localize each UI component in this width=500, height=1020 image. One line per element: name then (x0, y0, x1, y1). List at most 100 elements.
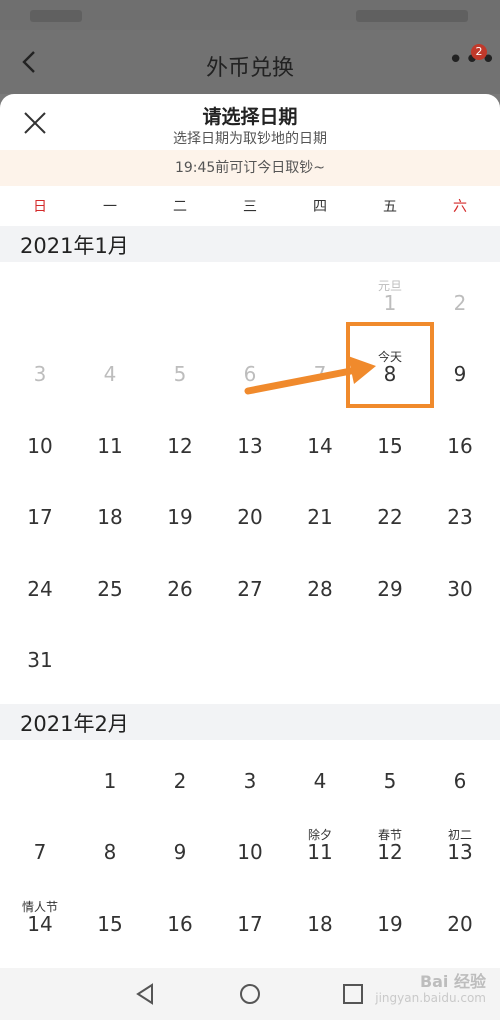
day-number: 16 (167, 912, 193, 936)
day-cell[interactable]: 30 (425, 558, 495, 618)
day-number: 7 (33, 840, 47, 864)
day-cell[interactable]: 9 (425, 343, 495, 403)
day-cell[interactable]: 19 (145, 486, 215, 546)
today-highlight-box (346, 322, 434, 408)
watermark-url: jingyan.baidu.com (375, 991, 486, 1005)
weekday-header: 日一二三四五六 (0, 190, 500, 222)
day-cell[interactable]: 春节 12 (355, 821, 425, 881)
day-number: 10 (237, 840, 263, 864)
day-number: 26 (167, 577, 193, 601)
day-number: 1 (383, 291, 397, 315)
day-cell[interactable]: 20 (425, 893, 495, 953)
weekday-label: 二 (173, 199, 187, 215)
day-number: 14 (27, 912, 53, 936)
day-number: 14 (307, 434, 333, 458)
day-number: 12 (377, 840, 403, 864)
day-number: 18 (97, 505, 123, 529)
day-cell[interactable]: 1 (75, 750, 145, 810)
day-number: 2 (173, 769, 187, 793)
day-cell[interactable]: 26 (145, 558, 215, 618)
day-cell[interactable]: 2 (145, 750, 215, 810)
app-title: 外币兑换 (205, 56, 294, 81)
day-cell[interactable]: 22 (355, 486, 425, 546)
day-cell: 2 (425, 272, 495, 332)
day-cell[interactable]: 7 (5, 821, 75, 881)
day-number: 13 (237, 434, 263, 458)
system-nav-bar: Bai 经验 jingyan.baidu.com (0, 968, 500, 1020)
day-number: 9 (453, 362, 467, 386)
watermark-brand: Bai 经验 (419, 972, 486, 991)
nav-recents-icon[interactable] (340, 981, 366, 1007)
day-number: 6 (243, 362, 257, 386)
weekday-label: 六 (453, 199, 467, 215)
nav-back-icon[interactable] (132, 981, 158, 1007)
day-cell[interactable]: 16 (425, 415, 495, 475)
weekday-label: 三 (243, 199, 257, 215)
day-number: 22 (377, 505, 403, 529)
day-number: 23 (447, 505, 473, 529)
status-bar (0, 0, 500, 30)
day-number: 17 (27, 505, 53, 529)
status-bar-right-blur (356, 10, 468, 22)
day-cell[interactable]: 28 (285, 558, 355, 618)
day-number: 2 (453, 291, 467, 315)
day-cell[interactable]: 13 (215, 415, 285, 475)
day-cell[interactable]: 11 (75, 415, 145, 475)
day-cell[interactable]: 12 (145, 415, 215, 475)
day-cell[interactable]: 19 (355, 893, 425, 953)
day-number: 29 (377, 577, 403, 601)
day-number: 20 (237, 505, 263, 529)
day-number: 3 (243, 769, 257, 793)
day-number: 9 (173, 840, 187, 864)
day-cell[interactable]: 20 (215, 486, 285, 546)
day-cell[interactable]: 初二 13 (425, 821, 495, 881)
day-number: 5 (173, 362, 187, 386)
day-cell[interactable]: 21 (285, 486, 355, 546)
nav-home-icon[interactable] (237, 981, 263, 1007)
day-cell[interactable]: 23 (425, 486, 495, 546)
sheet-subtitle: 选择日期为取钞地的日期 (173, 131, 327, 147)
day-number: 31 (27, 648, 53, 672)
day-cell[interactable]: 6 (425, 750, 495, 810)
day-number: 4 (103, 362, 117, 386)
day-cell[interactable]: 9 (145, 821, 215, 881)
day-cell[interactable]: 27 (215, 558, 285, 618)
watermark: Bai 经验 jingyan.baidu.com (375, 974, 486, 1006)
weekday-label: 日 (33, 199, 47, 215)
day-cell[interactable]: 5 (355, 750, 425, 810)
day-cell[interactable]: 16 (145, 893, 215, 953)
day-cell[interactable]: 24 (5, 558, 75, 618)
day-cell[interactable]: 8 (75, 821, 145, 881)
day-cell[interactable]: 情人节 14 (5, 893, 75, 953)
day-number: 11 (307, 840, 333, 864)
day-cell[interactable]: 10 (215, 821, 285, 881)
status-bar-left-blur (30, 10, 82, 22)
app-bar: 外币兑换 ••• 2 (0, 30, 500, 94)
day-cell[interactable]: 3 (215, 750, 285, 810)
sheet-title: 请选择日期 (202, 106, 298, 128)
month-label: 2021年2月 (20, 712, 129, 736)
day-cell[interactable]: 14 (285, 415, 355, 475)
day-number: 17 (237, 912, 263, 936)
day-cell[interactable]: 17 (215, 893, 285, 953)
weekday-label: 四 (313, 199, 327, 215)
day-cell[interactable]: 29 (355, 558, 425, 618)
day-number: 15 (97, 912, 123, 936)
day-number: 6 (453, 769, 467, 793)
day-cell[interactable]: 18 (285, 893, 355, 953)
day-number: 16 (447, 434, 473, 458)
day-cell[interactable]: 除夕 11 (285, 821, 355, 881)
day-number: 19 (167, 505, 193, 529)
day-cell[interactable]: 10 (5, 415, 75, 475)
day-cell[interactable]: 25 (75, 558, 145, 618)
day-number: 5 (383, 769, 397, 793)
notification-badge: 2 (471, 44, 487, 60)
day-cell[interactable]: 15 (75, 893, 145, 953)
day-cell[interactable]: 18 (75, 486, 145, 546)
weekday-label: 五 (383, 199, 397, 215)
month-header: 2021年2月 (0, 704, 500, 740)
day-cell[interactable]: 17 (5, 486, 75, 546)
day-cell[interactable]: 31 (5, 629, 75, 689)
day-cell[interactable]: 15 (355, 415, 425, 475)
day-cell[interactable]: 4 (285, 750, 355, 810)
